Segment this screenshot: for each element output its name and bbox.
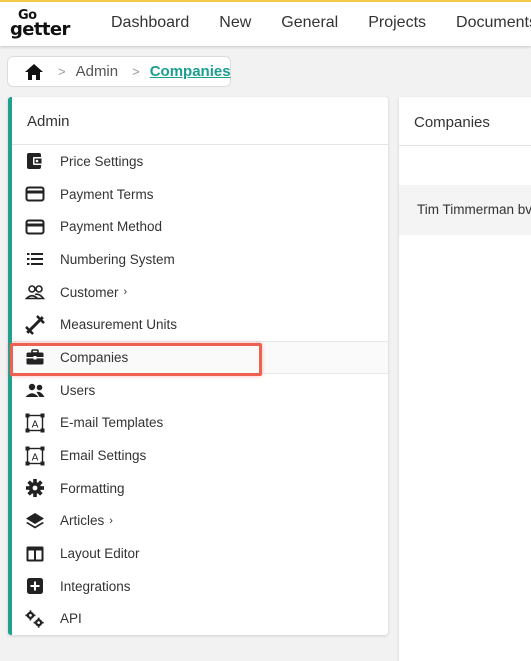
menu-item-label: E-mail Templates	[60, 415, 164, 431]
menu-item-label: Numbering System	[60, 251, 175, 267]
menu-item-email-templates[interactable]: A E-mail Templates	[12, 407, 388, 440]
layout-icon	[25, 544, 45, 564]
svg-text:A: A	[32, 419, 39, 430]
svg-text:A: A	[32, 452, 39, 463]
menu-item-payment-terms[interactable]: Payment Terms	[12, 178, 388, 211]
credit-card-icon	[25, 184, 45, 204]
layers-icon	[25, 511, 45, 531]
menu-item-label: Integrations	[60, 578, 131, 594]
admin-panel-title: Admin	[12, 97, 388, 145]
chevron-right-icon: >	[132, 64, 140, 79]
text-box-icon: A	[25, 446, 45, 466]
nav-dashboard[interactable]: Dashboard	[111, 14, 189, 32]
menu-item-label: Customer	[60, 284, 119, 300]
menu-item-measurement-units[interactable]: Measurement Units	[12, 308, 388, 341]
credit-card-icon	[25, 217, 45, 237]
nav-general[interactable]: General	[281, 14, 338, 32]
menu-item-label: Articles	[60, 513, 105, 529]
nav-documents[interactable]: Documents	[456, 14, 531, 32]
breadcrumb-companies[interactable]: Companies	[150, 63, 231, 80]
ruler-icon	[25, 314, 45, 335]
wallet-icon	[25, 151, 45, 171]
breadcrumb: > Admin > Companies	[7, 56, 231, 87]
menu-item-customer[interactable]: Customer ›	[12, 276, 388, 309]
menu-item-label: Measurement Units	[60, 317, 178, 333]
admin-panel: Admin Price Settings Payment Terms Payme…	[8, 97, 388, 635]
menu-item-price-settings[interactable]: Price Settings	[12, 145, 388, 178]
menu-item-integrations[interactable]: Integrations	[12, 570, 388, 603]
logo-bottom-text: getter	[10, 19, 70, 40]
menu-item-layout-editor[interactable]: Layout Editor	[12, 537, 388, 570]
menu-item-api[interactable]: API	[12, 603, 388, 636]
menu-item-label: Payment Terms	[60, 186, 154, 202]
nav-projects[interactable]: Projects	[368, 14, 426, 32]
home-icon[interactable]	[24, 63, 44, 81]
briefcase-icon	[25, 347, 45, 367]
gogetter-logo[interactable]: Go getter	[10, 8, 82, 40]
gears-icon	[25, 609, 45, 629]
gear-icon	[25, 478, 45, 498]
people-icon	[25, 380, 45, 400]
menu-item-label: Companies	[60, 349, 129, 365]
menu-item-label: Formatting	[60, 480, 125, 496]
top-navigation-bar: Go getter Dashboard New General Projects…	[0, 0, 531, 46]
main-nav: Dashboard New General Projects Documents	[111, 14, 531, 32]
menu-item-payment-method[interactable]: Payment Method	[12, 210, 388, 243]
companies-panel: Companies Tim Timmerman bv	[399, 97, 531, 661]
menu-item-label: Email Settings	[60, 448, 147, 464]
text-box-icon: A	[25, 413, 45, 433]
menu-item-label: Users	[60, 382, 96, 398]
menu-item-label: API	[60, 611, 82, 627]
plus-box-icon	[25, 576, 45, 596]
chevron-right-icon: >	[58, 64, 66, 79]
breadcrumb-admin[interactable]: Admin	[76, 63, 119, 80]
menu-item-companies[interactable]: Companies	[10, 341, 388, 377]
nav-new[interactable]: New	[219, 14, 251, 32]
table-row[interactable]: Tim Timmerman bv	[399, 185, 531, 235]
menu-item-label: Price Settings	[60, 153, 144, 169]
chevron-right-icon: ›	[123, 286, 128, 299]
list-icon	[25, 249, 45, 269]
selection-highlight	[10, 343, 262, 377]
menu-item-formatting[interactable]: Formatting	[12, 472, 388, 505]
menu-item-label: Payment Method	[60, 219, 163, 235]
menu-item-label: Layout Editor	[60, 546, 140, 562]
menu-item-numbering-system[interactable]: Numbering System	[12, 243, 388, 276]
admin-menu: Price Settings Payment Terms Payment Met…	[10, 145, 388, 636]
chevron-right-icon: ›	[109, 514, 113, 527]
menu-item-users[interactable]: Users	[12, 374, 388, 407]
menu-item-articles[interactable]: Articles ›	[12, 505, 388, 538]
menu-item-email-settings[interactable]: A Email Settings	[12, 439, 388, 472]
people-outline-icon	[25, 282, 45, 302]
companies-panel-title: Companies	[399, 97, 531, 146]
